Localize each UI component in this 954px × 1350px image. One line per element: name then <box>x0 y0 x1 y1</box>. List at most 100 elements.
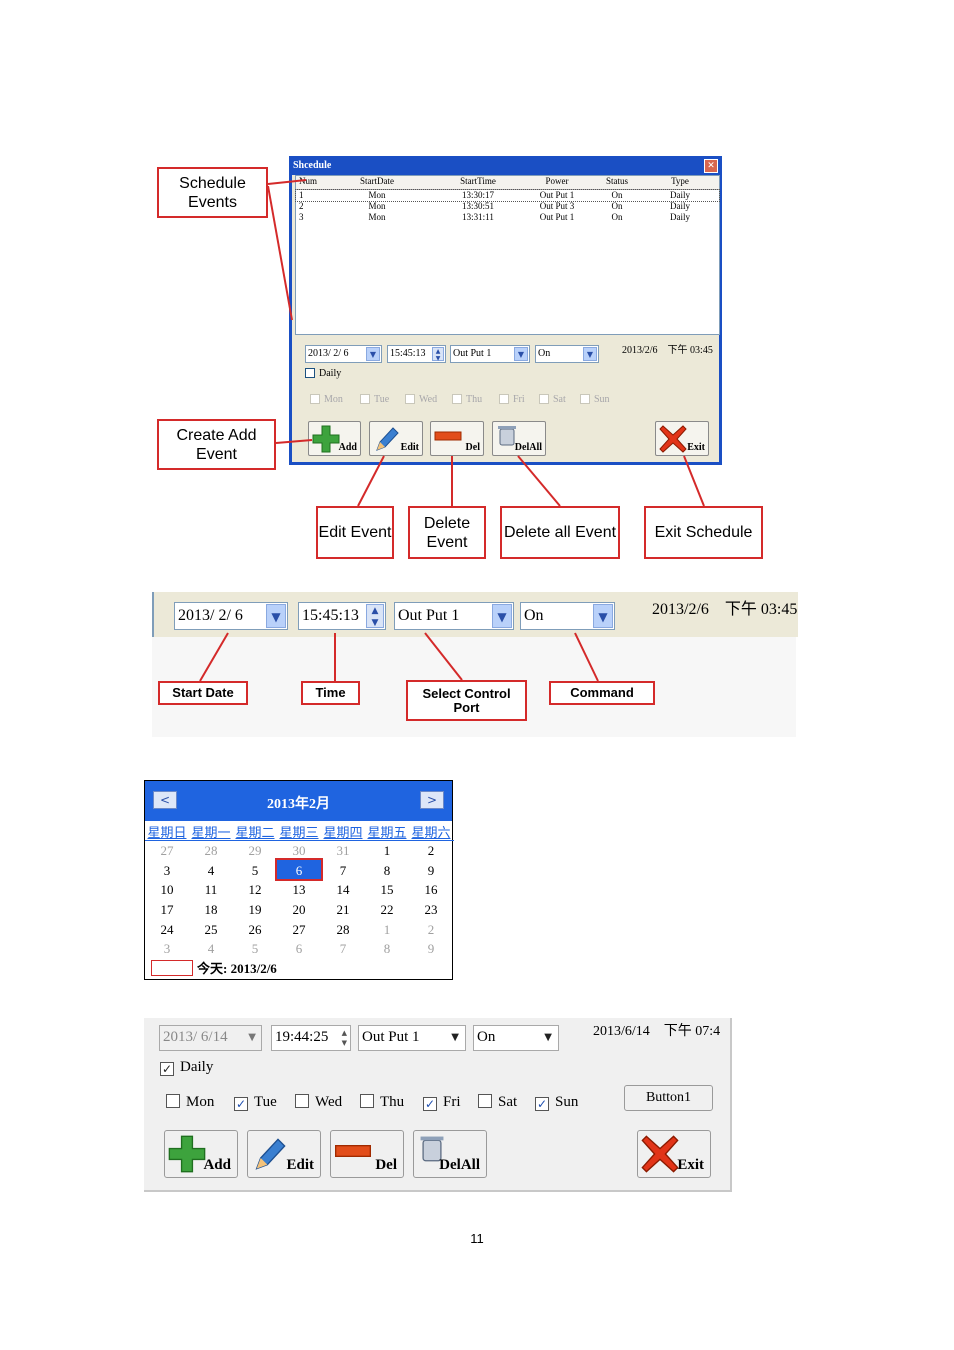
table-row[interactable]: 2 Mon 13:30:51 Out Put 3 On Daily <box>296 201 719 212</box>
tue-checkbox[interactable]: ✓ Tue <box>234 1093 277 1111</box>
edit-button[interactable]: Edit <box>369 421 423 456</box>
daily-checkbox[interactable]: Daily <box>305 368 341 380</box>
chevron-right-icon[interactable]: > <box>420 791 444 809</box>
sat-checkbox[interactable]: Sat <box>539 394 566 406</box>
checkbox-box[interactable] <box>295 1094 309 1108</box>
mon-checkbox[interactable]: Mon <box>166 1093 214 1111</box>
add-button[interactable]: Add <box>164 1130 238 1178</box>
calendar-day[interactable]: 24 <box>145 920 189 940</box>
edit-button[interactable]: Edit <box>247 1130 321 1178</box>
calendar-day[interactable]: 30 <box>277 841 321 861</box>
calendar-day[interactable]: 27 <box>145 841 189 861</box>
add-button[interactable]: Add <box>308 421 361 456</box>
calendar-day[interactable]: 5 <box>233 861 277 881</box>
checkbox-box[interactable]: ✓ <box>423 1097 437 1111</box>
calendar-day[interactable]: 11 <box>189 880 233 900</box>
fri-checkbox[interactable]: ✓ Fri <box>423 1093 461 1111</box>
chevron-down-icon[interactable]: ▼ <box>248 1026 256 1049</box>
thu-checkbox[interactable]: Thu <box>360 1093 404 1111</box>
sun-checkbox[interactable]: ✓ Sun <box>535 1093 578 1111</box>
port-select[interactable]: Out Put 1 ▼ <box>450 345 530 363</box>
calendar-day[interactable]: 25 <box>189 920 233 940</box>
checkbox-box[interactable] <box>360 1094 374 1108</box>
checkbox-box[interactable]: ✓ <box>535 1097 549 1111</box>
calendar-day[interactable]: 1 <box>365 841 409 861</box>
calendar-day[interactable]: 14 <box>321 880 365 900</box>
chevron-down-icon[interactable]: ▼ <box>451 1026 459 1049</box>
calendar-day[interactable]: 15 <box>365 880 409 900</box>
close-icon[interactable]: ✕ <box>704 159 718 173</box>
calendar-day[interactable]: 18 <box>189 900 233 920</box>
col-num[interactable]: Num <box>296 176 331 189</box>
command-select[interactable]: On ▼ <box>535 345 599 363</box>
chevron-down-icon[interactable]: ▼ <box>366 347 380 361</box>
calendar-day[interactable]: 7 <box>321 861 365 881</box>
calendar-day[interactable]: 22 <box>365 900 409 920</box>
calendar-day[interactable]: 7 <box>321 939 365 959</box>
checkbox-box[interactable] <box>539 394 549 404</box>
button1[interactable]: Button1 <box>624 1085 713 1111</box>
calendar-day[interactable]: 13 <box>277 880 321 900</box>
calendar-day[interactable]: 10 <box>145 880 189 900</box>
calendar-day[interactable]: 29 <box>233 841 277 861</box>
time-spinner[interactable]: 15:45:13 ▲ ▼ <box>298 602 386 630</box>
chevron-down-icon[interactable]: ▼ <box>514 347 528 361</box>
thu-checkbox[interactable]: Thu <box>452 394 482 406</box>
delete-button[interactable]: Del <box>330 1130 404 1178</box>
port-select[interactable]: Out Put 1 ▼ <box>358 1025 466 1051</box>
command-select[interactable]: On ▼ <box>520 602 615 630</box>
calendar-day[interactable]: 6 <box>277 939 321 959</box>
calendar-day[interactable]: 9 <box>409 861 453 881</box>
table-row[interactable]: 3 Mon 13:31:11 Out Put 1 On Daily <box>296 212 719 223</box>
col-startdate[interactable]: StartDate <box>331 176 423 189</box>
checkbox-box[interactable] <box>310 394 320 404</box>
calendar-day[interactable]: 12 <box>233 880 277 900</box>
chevron-down-icon[interactable]: ▼ <box>593 604 613 628</box>
checkbox-box[interactable] <box>478 1094 492 1108</box>
checkbox-box[interactable] <box>305 368 315 378</box>
calendar-day[interactable]: 3 <box>145 861 189 881</box>
chevron-down-icon[interactable]: ▼ <box>544 1026 552 1049</box>
fri-checkbox[interactable]: Fri <box>499 394 525 406</box>
calendar-day[interactable]: 21 <box>321 900 365 920</box>
schedule-list[interactable]: Num StartDate StartTime Power Status Typ… <box>295 175 720 335</box>
date-picker[interactable]: 2013/ 2/ 6 ▼ <box>305 345 382 363</box>
col-starttime[interactable]: StartTime <box>423 176 533 189</box>
command-select[interactable]: On ▼ <box>473 1025 559 1051</box>
calendar-day[interactable]: 3 <box>145 939 189 959</box>
calendar-day[interactable]: 6 <box>277 861 321 881</box>
calendar-day[interactable]: 8 <box>365 939 409 959</box>
col-status[interactable]: Status <box>581 176 653 189</box>
start-date-picker[interactable]: 2013/ 2/ 6 ▼ <box>174 602 288 630</box>
calendar-day[interactable]: 2 <box>409 841 453 861</box>
checkbox-box[interactable]: ✓ <box>160 1062 174 1076</box>
daily-checkbox[interactable]: ✓ Daily <box>160 1058 213 1076</box>
calendar-day[interactable]: 4 <box>189 939 233 959</box>
tue-checkbox[interactable]: Tue <box>360 394 389 406</box>
spin-arrows-icon[interactable]: ▲ ▼ <box>432 347 444 362</box>
checkbox-box[interactable]: ✓ <box>234 1097 248 1111</box>
checkbox-box[interactable] <box>405 394 415 404</box>
calendar-day[interactable]: 28 <box>321 920 365 940</box>
wed-checkbox[interactable]: Wed <box>295 1093 342 1111</box>
calendar-day[interactable]: 2 <box>409 920 453 940</box>
calendar-day[interactable]: 28 <box>189 841 233 861</box>
calendar-day[interactable]: 26 <box>233 920 277 940</box>
spin-arrows-icon[interactable]: ▲ ▼ <box>342 1028 347 1048</box>
exit-button[interactable]: Exit <box>637 1130 711 1178</box>
time-spinner[interactable]: 15:45:13 ▲ ▼ <box>387 345 446 363</box>
calendar-day[interactable]: 27 <box>277 920 321 940</box>
table-row[interactable]: 1 Mon 13:30:17 Out Put 1 On Daily <box>295 189 720 202</box>
calendar-day[interactable]: 9 <box>409 939 453 959</box>
time-spinner[interactable]: 19:44:25 ▲ ▼ <box>271 1025 351 1051</box>
checkbox-box[interactable] <box>166 1094 180 1108</box>
calendar-day[interactable]: 17 <box>145 900 189 920</box>
delete-all-button[interactable]: DelAll <box>413 1130 487 1178</box>
col-power[interactable]: Power <box>533 176 581 189</box>
mon-checkbox[interactable]: Mon <box>310 394 343 406</box>
calendar-day[interactable]: 23 <box>409 900 453 920</box>
calendar-day[interactable]: 20 <box>277 900 321 920</box>
calendar-day[interactable]: 4 <box>189 861 233 881</box>
checkbox-box[interactable] <box>360 394 370 404</box>
calendar-day[interactable]: 31 <box>321 841 365 861</box>
